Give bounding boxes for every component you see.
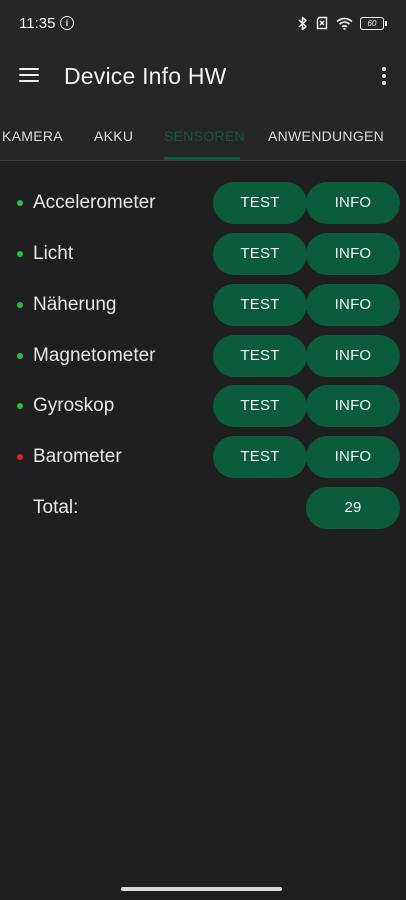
sensor-name: Magnetometer: [33, 345, 156, 366]
info-button[interactable]: INFO: [306, 335, 400, 377]
menu-icon[interactable]: [19, 68, 39, 84]
status-dot: [17, 403, 23, 409]
test-button[interactable]: TEST: [213, 335, 307, 377]
status-dot: [17, 302, 23, 308]
status-icons: 60: [298, 14, 387, 32]
test-button[interactable]: TEST: [213, 233, 307, 275]
more-options-icon[interactable]: [382, 67, 386, 85]
screen: 11:35 i 60 Device Info HW KAMERA AKKU SE…: [0, 0, 406, 900]
sensor-row-barometer: Barometer TEST INFO: [0, 436, 406, 478]
wifi-icon: [336, 17, 353, 30]
tab-bar: KAMERA AKKU SENSOREN ANWENDUNGEN: [0, 108, 406, 161]
sensor-row-accelerometer: Accelerometer TEST INFO: [0, 182, 406, 224]
test-button[interactable]: TEST: [213, 436, 307, 478]
status-dot: [17, 353, 23, 359]
app-title: Device Info HW: [64, 63, 227, 89]
test-button[interactable]: TEST: [213, 182, 307, 224]
sensor-name: Gyroskop: [33, 395, 115, 416]
app-bar: Device Info HW: [0, 46, 406, 108]
info-button[interactable]: INFO: [306, 284, 400, 326]
test-button[interactable]: TEST: [213, 284, 307, 326]
tab-kamera[interactable]: KAMERA: [2, 128, 63, 144]
sensor-row-gyroskop: Gyroskop TEST INFO: [0, 385, 406, 427]
status-bar: 11:35 i 60: [0, 0, 406, 46]
sensor-name: Näherung: [33, 294, 117, 315]
battery-icon: 60: [360, 16, 387, 30]
status-time: 11:35: [19, 15, 56, 32]
bluetooth-icon: [298, 16, 307, 30]
sensor-name: Barometer: [33, 446, 122, 467]
home-indicator[interactable]: [121, 887, 282, 891]
total-count: 29: [306, 487, 400, 529]
sensor-row-magnetometer: Magnetometer TEST INFO: [0, 335, 406, 377]
tab-sensoren[interactable]: SENSOREN: [164, 128, 245, 144]
total-label: Total:: [33, 497, 79, 518]
info-button[interactable]: INFO: [306, 385, 400, 427]
info-button[interactable]: INFO: [306, 436, 400, 478]
sensor-name: Accelerometer: [33, 192, 156, 213]
no-sim-icon: [316, 16, 328, 30]
test-button[interactable]: TEST: [213, 385, 307, 427]
info-button[interactable]: INFO: [306, 182, 400, 224]
info-icon: i: [60, 16, 74, 30]
tab-indicator: [164, 157, 240, 160]
total-row: Total: 29: [0, 487, 406, 529]
tab-anwendungen[interactable]: ANWENDUNGEN: [268, 128, 384, 144]
status-dot: [17, 200, 23, 206]
status-dot: [17, 251, 23, 257]
status-dot: [17, 454, 23, 460]
sensor-name: Licht: [33, 243, 74, 264]
sensor-row-licht: Licht TEST INFO: [0, 233, 406, 275]
sensor-row-naeherung: Näherung TEST INFO: [0, 284, 406, 326]
info-button[interactable]: INFO: [306, 233, 400, 275]
tab-akku[interactable]: AKKU: [94, 128, 133, 144]
